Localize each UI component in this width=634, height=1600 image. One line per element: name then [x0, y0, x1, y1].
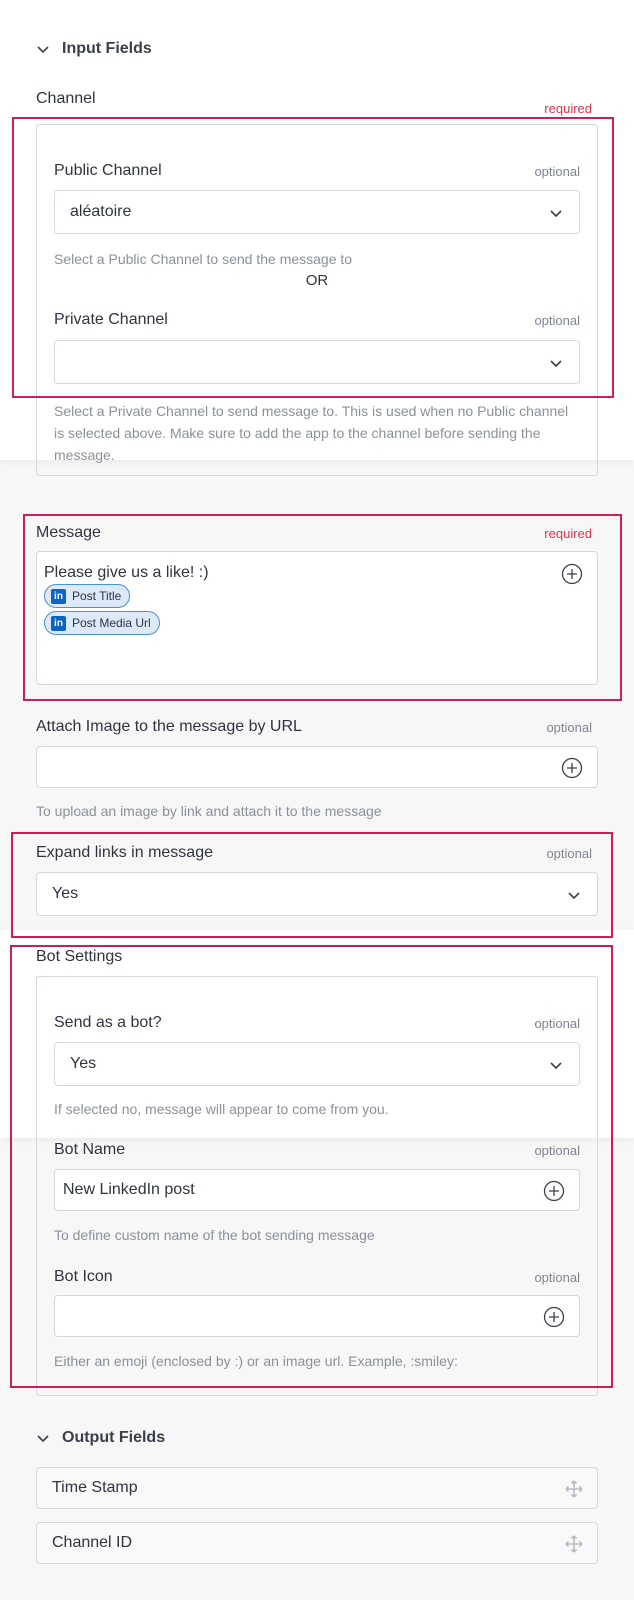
expand-links-select[interactable]: Yes [36, 872, 598, 916]
bot-name-input[interactable]: New LinkedIn post [54, 1169, 580, 1211]
output-fields-toggle[interactable] [36, 1431, 50, 1450]
public-channel-label: Public Channel [54, 162, 162, 179]
bot-name-value: New LinkedIn post [63, 1181, 195, 1198]
private-channel-select[interactable] [54, 340, 580, 384]
chevron-down-icon [550, 360, 562, 368]
attach-image-optional: optional [546, 720, 592, 735]
add-field-icon[interactable] [561, 563, 583, 585]
drag-move-icon[interactable] [565, 1480, 583, 1498]
bot-name-label: Bot Name [54, 1141, 126, 1158]
message-required: required [544, 526, 592, 541]
private-channel-hint: Select a Private Channel to send message… [54, 403, 569, 463]
or-divider: OR [305, 272, 329, 289]
chevron-down-icon [37, 46, 49, 54]
output-field-label: Channel ID [52, 1534, 133, 1551]
expand-links-label: Expand links in message [36, 844, 213, 861]
bot-name-optional: optional [534, 1143, 580, 1158]
private-channel-optional: optional [534, 313, 580, 328]
add-field-icon[interactable] [543, 1306, 565, 1328]
send-as-bot-value: Yes [70, 1055, 97, 1072]
message-text: Please give us a like! :) [44, 564, 209, 581]
channel-label: Channel [36, 90, 96, 107]
attach-image-hint: To upload an image by link and attach it… [36, 803, 382, 819]
token-label: Post Media Url [72, 616, 151, 630]
output-fields-title: Output Fields [62, 1429, 166, 1446]
input-fields-title: Input Fields [62, 40, 152, 57]
token-label: Post Title [72, 589, 122, 603]
chevron-down-icon [568, 892, 580, 900]
linkedin-icon: in [51, 588, 66, 604]
private-channel-label: Private Channel [54, 311, 168, 328]
bot-name-hint: To define custom name of the bot sending… [54, 1227, 375, 1243]
add-field-icon[interactable] [561, 757, 583, 779]
token-post-title[interactable]: in Post Title [44, 584, 131, 608]
channel-required: required [544, 101, 592, 116]
attach-image-label: Attach Image to the message by URL [36, 718, 302, 735]
message-label: Message [36, 524, 101, 541]
public-channel-value: aléatoire [70, 203, 132, 220]
bot-icon-optional: optional [534, 1270, 580, 1285]
linkedin-icon: in [51, 615, 66, 631]
token-post-media-url[interactable]: in Post Media Url [44, 611, 160, 635]
send-as-bot-select[interactable]: Yes [54, 1042, 580, 1086]
bot-icon-input[interactable] [54, 1295, 580, 1337]
input-fields-toggle[interactable] [36, 42, 50, 61]
bot-icon-label: Bot Icon [54, 1268, 113, 1285]
expand-links-value: Yes [52, 885, 79, 902]
chevron-down-icon [37, 1435, 49, 1443]
output-field-label: Time Stamp [52, 1479, 138, 1496]
bot-settings-label: Bot Settings [36, 948, 123, 965]
public-channel-select[interactable]: aléatoire [54, 190, 580, 234]
chevron-down-icon [550, 1062, 562, 1070]
send-as-bot-hint: If selected no, message will appear to c… [54, 1101, 389, 1117]
chevron-down-icon [550, 210, 562, 218]
drag-move-icon[interactable] [565, 1535, 583, 1553]
expand-links-optional: optional [546, 846, 592, 861]
output-field-time-stamp[interactable]: Time Stamp [36, 1467, 598, 1509]
public-channel-optional: optional [534, 164, 580, 179]
public-channel-hint: Select a Public Channel to send the mess… [54, 251, 353, 267]
output-field-channel-id[interactable]: Channel ID [36, 1522, 598, 1564]
bot-icon-hint: Either an emoji (enclosed by :) or an im… [54, 1353, 458, 1369]
send-as-bot-optional: optional [534, 1016, 580, 1031]
send-as-bot-label: Send as a bot? [54, 1014, 162, 1031]
attach-image-input[interactable] [36, 746, 598, 788]
add-field-icon[interactable] [543, 1180, 565, 1202]
